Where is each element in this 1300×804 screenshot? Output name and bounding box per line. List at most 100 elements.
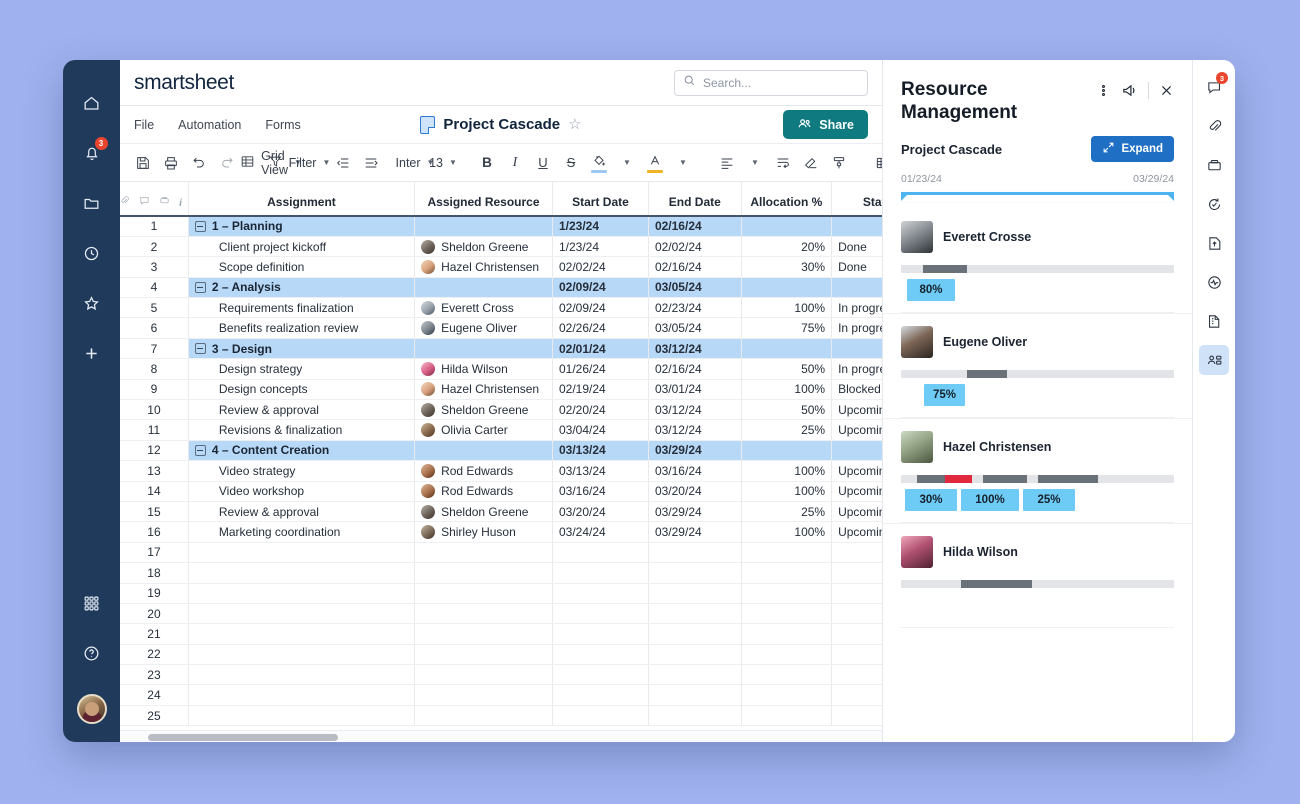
assignment-cell[interactable]	[188, 542, 416, 564]
start-date-cell[interactable]: 02/09/24	[552, 277, 649, 299]
account-avatar[interactable]	[76, 694, 107, 724]
wrap-text-icon[interactable]	[770, 150, 796, 176]
allocation-cell[interactable]: 30%	[741, 256, 833, 278]
end-date-cell[interactable]	[648, 705, 742, 727]
allocation-cell[interactable]: 25%	[741, 419, 833, 441]
assignment-cell[interactable]: Review & approval	[188, 399, 416, 421]
allocation-cell[interactable]	[741, 583, 833, 604]
assigned-resource-cell[interactable]: Sheldon Greene	[414, 501, 553, 523]
row-number-cell[interactable]: 20	[120, 603, 189, 625]
bold-button[interactable]: B	[474, 150, 500, 176]
fill-color-chevron-icon[interactable]: ▼	[614, 150, 640, 176]
assigned-resource-cell[interactable]: Everett Cross	[414, 297, 553, 319]
assigned-resource-cell[interactable]: Hilda Wilson	[414, 358, 553, 380]
allocation-cell[interactable]: 20%	[741, 236, 833, 258]
row-number-cell[interactable]: 14	[120, 481, 189, 502]
end-date-cell[interactable]: 03/12/24	[648, 338, 742, 360]
app-grid-icon[interactable]	[73, 584, 111, 622]
format-painter-icon[interactable]	[826, 150, 852, 176]
allocation-cell[interactable]: 50%	[741, 399, 833, 421]
undo-arrow-icon[interactable]	[186, 150, 212, 176]
smartsheet-logo[interactable]: smartsheet	[134, 71, 234, 95]
print-icon[interactable]	[158, 150, 184, 176]
assigned-resource-cell[interactable]	[414, 216, 553, 237]
row-number-cell[interactable]: 10	[120, 399, 189, 421]
search-box[interactable]	[674, 69, 868, 96]
status-cell[interactable]: Upcoming	[831, 399, 882, 421]
row-number-cell[interactable]: 1	[120, 216, 189, 237]
assignment-cell[interactable]: Video workshop	[188, 481, 416, 502]
start-date-cell[interactable]: 02/26/24	[552, 317, 649, 339]
allocation-cell[interactable]: 50%	[741, 358, 833, 380]
table-row[interactable]: 10 Review & approval Sheldon Greene 02/20/2…	[120, 399, 882, 421]
resource-block[interactable]: Everett Crosse 80%	[883, 209, 1192, 314]
assignment-cell[interactable]	[188, 623, 416, 645]
start-date-cell[interactable]	[552, 623, 649, 645]
status-cell[interactable]	[831, 664, 882, 686]
allocation-cell[interactable]	[741, 623, 833, 645]
start-date-cell[interactable]: 01/26/24	[552, 358, 649, 380]
start-date-cell[interactable]: 03/04/24	[552, 419, 649, 441]
table-row[interactable]: 1 1 – Planning 1/23/24 02/16/24	[120, 216, 882, 237]
table-row[interactable]: 2 Client project kickoff Sheldon Greene 1/2…	[120, 236, 882, 258]
allocation-cell[interactable]	[741, 542, 833, 564]
attachment-icon[interactable]	[120, 195, 130, 209]
assignment-cell[interactable]	[188, 562, 416, 584]
info-icon[interactable]: i	[179, 198, 182, 209]
start-date-cell[interactable]	[552, 542, 649, 564]
table-row[interactable]: 25	[120, 705, 882, 727]
end-date-cell[interactable]: 03/29/24	[648, 521, 742, 543]
column-header-end-date[interactable]: End Date	[648, 182, 742, 217]
row-number-cell[interactable]: 17	[120, 542, 189, 564]
collapse-toggle-icon[interactable]	[194, 444, 206, 456]
table-row[interactable]: 8 Design strategy Hilda Wilson 01/26/24 02/1…	[120, 358, 882, 380]
end-date-cell[interactable]: 02/02/24	[648, 236, 742, 258]
assigned-resource-cell[interactable]: Hazel Christensen	[414, 379, 553, 401]
table-row[interactable]: 16 Marketing coordination Shirley Huson 03/…	[120, 521, 882, 543]
start-date-cell[interactable]: 03/16/24	[552, 481, 649, 502]
table-row[interactable]: 7 3 – Design 02/01/24 03/12/24	[120, 338, 882, 360]
end-date-cell[interactable]: 02/23/24	[648, 297, 742, 319]
assignment-cell[interactable]	[188, 705, 416, 727]
row-number-cell[interactable]: 3	[120, 256, 189, 278]
start-date-cell[interactable]	[552, 644, 649, 666]
allocation-cell[interactable]: 75%	[741, 317, 833, 339]
assigned-resource-cell[interactable]: Olivia Carter	[414, 419, 553, 441]
start-date-cell[interactable]: 03/13/24	[552, 440, 649, 462]
row-number-cell[interactable]: 19	[120, 583, 189, 604]
end-date-cell[interactable]	[648, 664, 742, 686]
assigned-resource-cell[interactable]: Sheldon Greene	[414, 236, 553, 258]
assignment-cell[interactable]	[188, 684, 416, 706]
assignment-cell[interactable]: 2 – Analysis	[188, 277, 416, 299]
eraser-icon[interactable]	[798, 150, 824, 176]
assigned-resource-cell[interactable]	[414, 542, 553, 564]
status-cell[interactable]: Upcoming	[831, 521, 882, 543]
folder-icon[interactable]	[73, 184, 111, 222]
end-date-cell[interactable]: 03/05/24	[648, 317, 742, 339]
end-date-cell[interactable]	[648, 684, 742, 706]
table-row[interactable]: 14 Video workshop Rod Edwards 03/16/24 03/20…	[120, 481, 882, 502]
assignment-cell[interactable]: Client project kickoff	[188, 236, 416, 258]
assignment-cell[interactable]	[188, 603, 416, 625]
end-date-cell[interactable]	[648, 542, 742, 564]
start-date-cell[interactable]: 02/01/24	[552, 338, 649, 360]
allocation-cell[interactable]: 100%	[741, 521, 833, 543]
strikethrough-button[interactable]: S	[558, 150, 584, 176]
allocation-cell[interactable]	[741, 705, 833, 727]
close-icon[interactable]	[1159, 83, 1174, 98]
text-color-icon[interactable]	[642, 150, 668, 176]
menu-item-automation[interactable]: Automation	[178, 118, 241, 132]
allocation-cell[interactable]	[741, 644, 833, 666]
status-cell[interactable]: Done	[831, 256, 882, 278]
column-header-assigned-resource[interactable]: Assigned Resource	[414, 182, 553, 217]
status-cell[interactable]: Upcoming	[831, 419, 882, 441]
table-row[interactable]: 20	[120, 603, 882, 625]
resource-list[interactable]: Everett Crosse 80% Eugene Oliver 75% Hazel C…	[883, 209, 1192, 742]
redo-arrow-icon[interactable]	[214, 150, 240, 176]
start-date-cell[interactable]: 02/20/24	[552, 399, 649, 421]
status-cell[interactable]: In progress	[831, 358, 882, 380]
allocation-cell[interactable]: 100%	[741, 481, 833, 502]
allocation-cell[interactable]: 25%	[741, 501, 833, 523]
start-date-cell[interactable]	[552, 583, 649, 604]
start-date-cell[interactable]: 02/19/24	[552, 379, 649, 401]
